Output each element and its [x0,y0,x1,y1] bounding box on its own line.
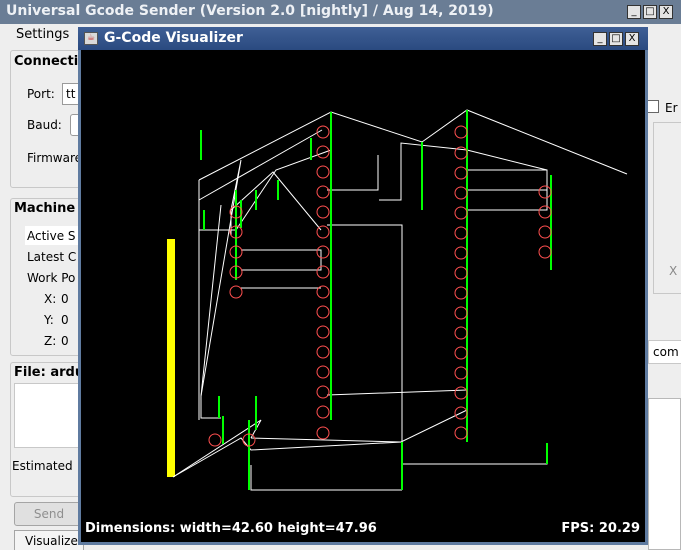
maximize-button[interactable]: □ [643,5,657,19]
z-label: Z: [44,334,57,348]
firmware-label: Firmware [27,151,82,165]
send-button[interactable]: Send [14,502,84,526]
visualizer-titlebar[interactable]: ☕ G-Code Visualizer _ □ X [78,27,648,50]
main-titlebar: Universal Gcode Sender (Version 2.0 [nig… [0,0,681,24]
fps-status: FPS: 20.29 [561,521,640,536]
close-button[interactable]: X [659,5,673,19]
visualizer-title: G-Code Visualizer [104,30,243,46]
console-area [648,398,681,550]
y-value: 0 [61,313,69,327]
visualizer-window: ☕ G-Code Visualizer _ □ X Dimensions: wi… [78,27,648,545]
y-label: Y: [44,313,54,327]
main-window-title: Universal Gcode Sender (Version 2.0 [nig… [6,3,494,19]
port-value: tt [66,87,76,101]
machine-title: Machine [14,201,76,216]
z-value: 0 [61,334,69,348]
work-position-label: Work Po [27,271,76,285]
port-label: Port: [27,87,55,101]
baud-label: Baud: [27,118,62,132]
arc-moves [208,125,552,447]
tab-visualize[interactable]: Visualize [14,530,84,550]
java-app-icon: ☕ [84,32,98,45]
visualizer-minimize-button[interactable]: _ [593,32,607,46]
command-field[interactable]: com [648,340,681,364]
active-state-field: Active S [25,226,85,245]
visualizer-close-button[interactable]: X [625,32,639,46]
x-value: 0 [61,292,69,306]
toolpath-drawing [167,109,628,491]
visualizer-maximize-button[interactable]: □ [609,32,623,46]
gcode-canvas[interactable] [81,50,645,542]
command-label: com [653,345,679,359]
minimize-button[interactable]: _ [627,5,641,19]
menu-settings[interactable]: Settings [16,27,69,42]
file-title: File: ardu [14,365,85,380]
rapid-moves [172,109,628,491]
latest-comment-label: Latest C [27,250,77,264]
x-label: X: [44,292,57,306]
close-icon[interactable]: X [669,264,677,278]
checkbox-label: Er [665,101,678,115]
active-state-label: Active S [27,229,76,243]
tab-visualize-label: Visualize [25,534,78,548]
send-button-label: Send [33,507,65,521]
file-info-box [14,383,84,448]
dimensions-status: Dimensions: width=42.60 height=47.96 [85,521,377,536]
tool-position-bar [167,239,175,477]
estimated-label: Estimated [12,459,73,473]
